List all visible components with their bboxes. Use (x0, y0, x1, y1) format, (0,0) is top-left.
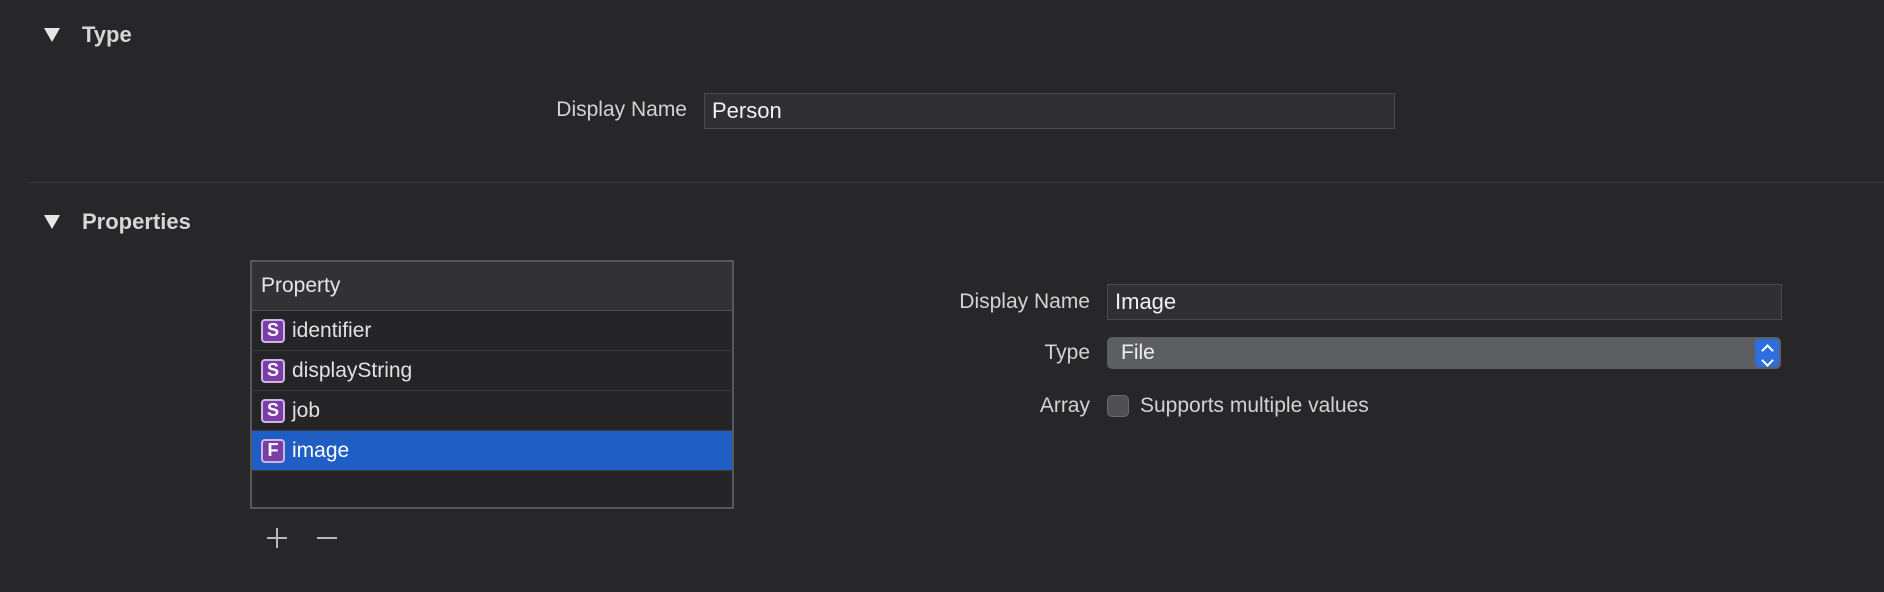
table-row-displaystring[interactable]: S displayString (252, 351, 732, 391)
disclosure-triangle-icon[interactable] (44, 28, 60, 42)
row-label: identifier (292, 318, 372, 342)
properties-section-header[interactable]: Properties (44, 209, 191, 235)
type-display-name-field[interactable]: Person (704, 93, 1395, 129)
file-type-icon: F (261, 438, 285, 463)
type-display-name-label: Display Name (556, 98, 687, 121)
property-type-label: Type (1044, 341, 1090, 364)
property-array-label: Array (1039, 394, 1090, 417)
disclosure-triangle-icon[interactable] (44, 215, 60, 229)
plus-icon (267, 528, 287, 548)
remove-property-button[interactable] (313, 524, 341, 552)
string-type-icon: S (261, 358, 285, 383)
property-display-name-value: Image (1115, 289, 1177, 314)
intent-type-editor: Type Display Name Person Properties Prop… (0, 0, 1884, 592)
string-type-icon: S (261, 398, 285, 423)
properties-table[interactable]: Property S identifier S displayString S … (250, 260, 734, 509)
property-column-label: Property (261, 274, 341, 297)
type-section-header[interactable]: Type (44, 22, 132, 48)
property-display-name-field[interactable]: Image (1107, 284, 1782, 320)
row-label: job (292, 398, 321, 422)
minus-icon (317, 537, 337, 539)
section-divider (30, 182, 1884, 183)
table-row-job[interactable]: S job (252, 391, 732, 431)
supports-multiple-values-checkbox[interactable] (1107, 395, 1129, 417)
supports-multiple-values-label[interactable]: Supports multiple values (1140, 394, 1369, 418)
properties-section-title: Properties (82, 209, 191, 234)
row-label: displayString (292, 358, 413, 382)
popup-chevrons-icon (1755, 339, 1779, 367)
type-section-title: Type (82, 22, 132, 47)
type-display-name-value: Person (712, 98, 782, 123)
string-type-icon: S (261, 318, 285, 343)
table-column-header[interactable]: Property (252, 262, 732, 311)
add-property-button[interactable] (263, 524, 291, 552)
property-display-name-label: Display Name (959, 290, 1090, 313)
property-type-value: File (1121, 341, 1155, 364)
property-type-popup[interactable]: File (1107, 337, 1781, 369)
table-row-identifier[interactable]: S identifier (252, 311, 732, 351)
table-row-image[interactable]: F image (252, 431, 732, 471)
row-label: image (292, 438, 350, 462)
